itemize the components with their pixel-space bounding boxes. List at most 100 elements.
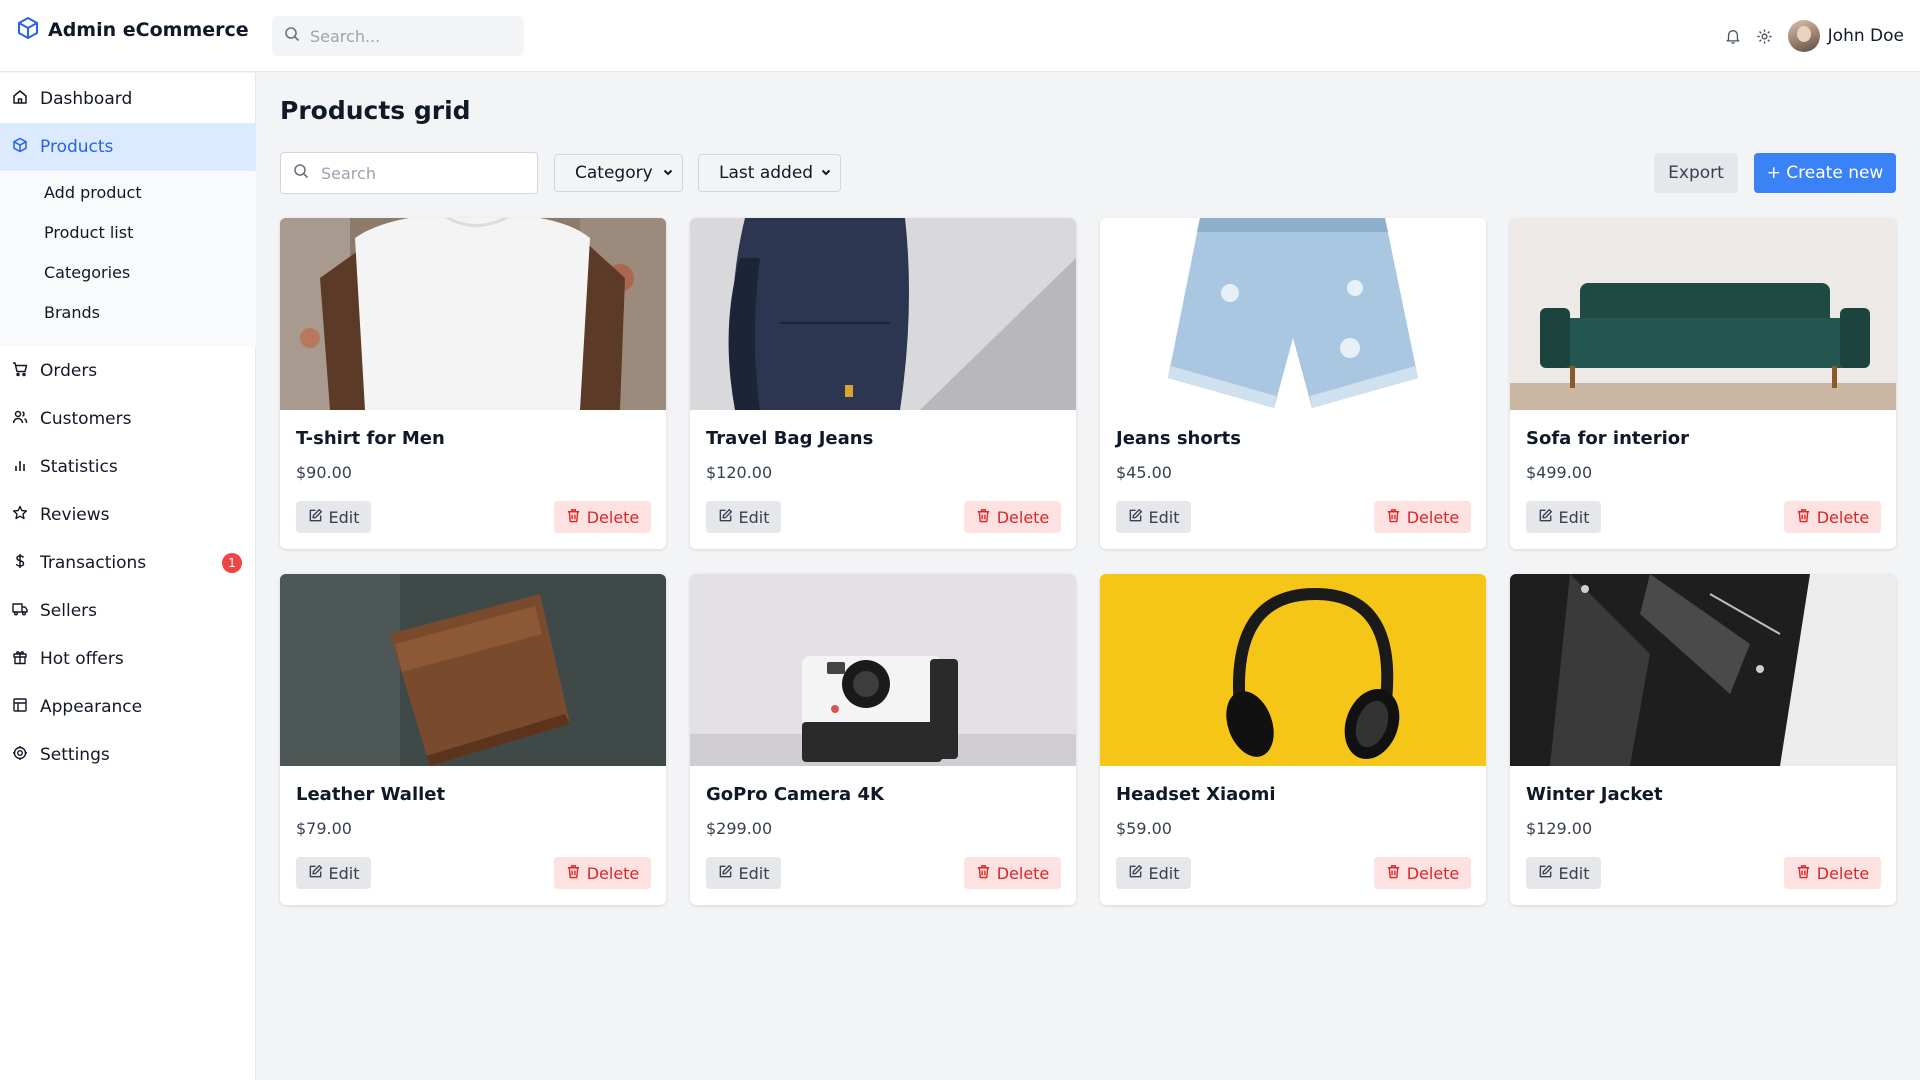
product-card-sofa[interactable]: Sofa for interior $499.00 Edit Delete	[1510, 218, 1896, 549]
search-icon	[284, 26, 300, 46]
edit-icon	[718, 864, 733, 883]
star-icon	[12, 505, 28, 526]
sort-select[interactable]: Last added	[698, 154, 841, 192]
edit-button[interactable]: Edit	[1116, 857, 1191, 889]
sidebar-item-label: Orders	[40, 361, 98, 381]
delete-label: Delete	[586, 507, 640, 527]
delete-label: Delete	[1406, 507, 1460, 527]
submenu-add-product[interactable]: Add product	[44, 183, 142, 202]
sidebar-item-hot-offers[interactable]: Hot offers	[0, 635, 256, 683]
delete-button[interactable]: Delete	[1784, 857, 1881, 889]
delete-button[interactable]: Delete	[1784, 501, 1881, 533]
product-price: $299.00	[706, 819, 773, 838]
product-card-camera[interactable]: GoPro Camera 4K $299.00 Edit Delete	[690, 574, 1076, 905]
trash-icon	[1386, 864, 1401, 883]
product-price: $90.00	[296, 463, 352, 482]
product-search[interactable]	[280, 152, 538, 194]
product-price: $79.00	[296, 819, 352, 838]
sort-select-value: Last added	[719, 163, 814, 183]
home-icon	[12, 89, 28, 110]
sidebar-item-dashboard[interactable]: Dashboard	[0, 75, 256, 123]
sidebar-item-label: Hot offers	[40, 649, 124, 669]
edit-button[interactable]: Edit	[706, 501, 781, 533]
chevron-down-icon	[662, 163, 674, 183]
product-name: Headset Xiaomi	[1116, 784, 1276, 805]
cart-icon	[12, 361, 28, 382]
trash-icon	[566, 864, 581, 883]
product-name: T-shirt for Men	[296, 428, 445, 449]
delete-button[interactable]: Delete	[964, 501, 1061, 533]
transactions-badge: 1	[222, 553, 242, 573]
sidebar-item-products[interactable]: Products	[0, 123, 256, 171]
sidebar-item-customers[interactable]: Customers	[0, 395, 256, 443]
brand[interactable]: Admin eCommerce	[16, 16, 249, 44]
sidebar-item-settings[interactable]: Settings	[0, 731, 256, 779]
sidebar-item-transactions[interactable]: Transactions 1	[0, 539, 256, 587]
submenu-categories[interactable]: Categories	[44, 263, 130, 282]
delete-button[interactable]: Delete	[964, 857, 1061, 889]
product-image-sofa	[1510, 218, 1896, 410]
delete-label: Delete	[1406, 863, 1460, 883]
products-submenu: Add product Product list Categories Bran…	[0, 172, 256, 347]
sidebar-item-statistics[interactable]: Statistics	[0, 443, 256, 491]
delete-button[interactable]: Delete	[1374, 501, 1471, 533]
edit-button[interactable]: Edit	[296, 501, 371, 533]
global-search[interactable]	[272, 16, 524, 56]
sidebar-item-appearance[interactable]: Appearance	[0, 683, 256, 731]
product-search-input[interactable]	[321, 163, 521, 183]
product-image-jacket	[1510, 574, 1896, 766]
create-new-button[interactable]: + Create new	[1754, 153, 1896, 193]
product-name: Jeans shorts	[1116, 428, 1241, 449]
edit-label: Edit	[738, 507, 770, 527]
sidebar-item-reviews[interactable]: Reviews	[0, 491, 256, 539]
edit-button[interactable]: Edit	[1116, 501, 1191, 533]
product-card-tshirt[interactable]: T-shirt for Men $90.00 Edit Delete	[280, 218, 666, 549]
edit-label: Edit	[328, 863, 360, 883]
edit-button[interactable]: Edit	[1526, 501, 1601, 533]
submenu-product-list[interactable]: Product list	[44, 223, 133, 242]
product-card-wallet[interactable]: Leather Wallet $79.00 Edit Delete	[280, 574, 666, 905]
edit-icon	[1128, 864, 1143, 883]
cube-logo-icon	[16, 16, 40, 44]
submenu-brands[interactable]: Brands	[44, 303, 100, 322]
edit-label: Edit	[1558, 863, 1590, 883]
gear-icon	[12, 745, 28, 766]
layout-icon	[12, 697, 28, 718]
user-name[interactable]: John Doe	[1828, 26, 1904, 46]
gear-icon[interactable]	[1756, 27, 1774, 45]
edit-button[interactable]: Edit	[296, 857, 371, 889]
product-image-travel-bag	[690, 218, 1076, 410]
product-card-jeans-shorts[interactable]: Jeans shorts $45.00 Edit Delete	[1100, 218, 1486, 549]
sidebar-item-sellers[interactable]: Sellers	[0, 587, 256, 635]
edit-button[interactable]: Edit	[1526, 857, 1601, 889]
delete-button[interactable]: Delete	[1374, 857, 1471, 889]
product-name: Sofa for interior	[1526, 428, 1690, 449]
product-price: $129.00	[1526, 819, 1593, 838]
gift-icon	[12, 649, 28, 670]
sidebar-item-label: Appearance	[40, 697, 143, 717]
delete-button[interactable]: Delete	[554, 501, 651, 533]
sidebar-item-orders[interactable]: Orders	[0, 347, 256, 395]
avatar[interactable]	[1787, 20, 1820, 52]
product-price: $59.00	[1116, 819, 1172, 838]
edit-icon	[308, 508, 323, 527]
edit-label: Edit	[738, 863, 770, 883]
product-card-headset[interactable]: Headset Xiaomi $59.00 Edit Delete	[1100, 574, 1486, 905]
delete-label: Delete	[1816, 507, 1870, 527]
app-title: Admin eCommerce	[48, 19, 249, 41]
export-button[interactable]: Export	[1654, 153, 1738, 193]
product-card-travel-bag[interactable]: Travel Bag Jeans $120.00 Edit Delete	[690, 218, 1076, 549]
edit-label: Edit	[1558, 507, 1590, 527]
delete-button[interactable]: Delete	[554, 857, 651, 889]
global-search-input[interactable]	[310, 26, 510, 46]
edit-button[interactable]: Edit	[706, 857, 781, 889]
sidebar-item-label: Customers	[40, 409, 132, 429]
bell-icon[interactable]	[1724, 27, 1742, 45]
dollar-icon	[12, 553, 28, 574]
product-name: Leather Wallet	[296, 784, 446, 805]
category-select[interactable]: Category	[554, 154, 683, 192]
product-price: $499.00	[1526, 463, 1593, 482]
product-card-jacket[interactable]: Winter Jacket $129.00 Edit Delete	[1510, 574, 1896, 905]
delete-label: Delete	[586, 863, 640, 883]
edit-icon	[1128, 508, 1143, 527]
